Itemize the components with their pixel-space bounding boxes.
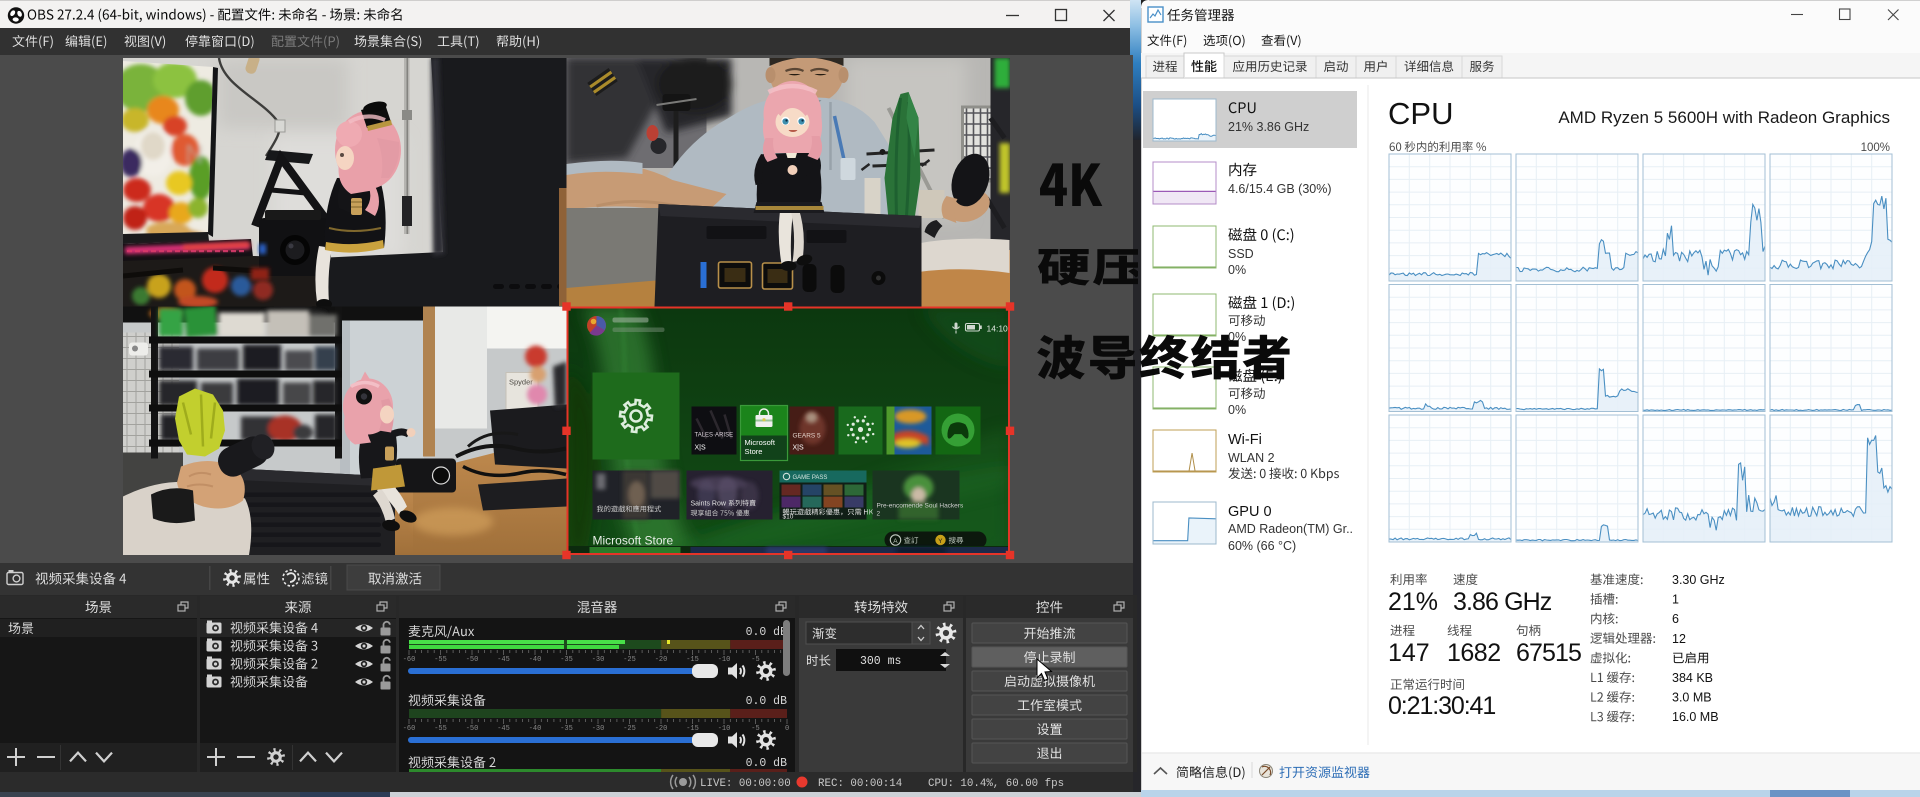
svg-text:-40: -40	[529, 656, 542, 664]
svg-text:300 ms: 300 ms	[860, 655, 901, 668]
svg-text:14:10: 14:10	[987, 324, 1009, 334]
svg-text:3.86 GHz: 3.86 GHz	[1453, 588, 1552, 616]
svg-text:-35: -35	[560, 725, 573, 733]
svg-text:GEARS 5: GEARS 5	[793, 433, 822, 440]
svg-text:-55: -55	[434, 656, 447, 664]
svg-text:CPU: CPU	[1388, 96, 1453, 131]
svg-text:-5: -5	[751, 725, 759, 733]
svg-text:Spyder: Spyder	[509, 378, 533, 387]
svg-text:N: N	[185, 139, 204, 169]
svg-text:-35: -35	[560, 656, 573, 664]
svg-text:147: 147	[1388, 639, 1430, 667]
svg-text:GPU 0: GPU 0	[1228, 504, 1272, 520]
svg-text:Wi-Fi: Wi-Fi	[1228, 432, 1262, 448]
svg-text:-25: -25	[623, 725, 636, 733]
svg-text:-55: -55	[434, 725, 447, 733]
svg-text:AMD Radeon(TM) Gr..: AMD Radeon(TM) Gr..	[1228, 522, 1353, 536]
svg-text:12: 12	[1672, 632, 1686, 646]
svg-text:0%: 0%	[1228, 263, 1246, 277]
svg-text:REC: 00:00:14: REC: 00:00:14	[818, 778, 902, 790]
svg-text:21%: 21%	[1388, 588, 1438, 616]
svg-text:1682: 1682	[1447, 639, 1501, 667]
svg-text:1: 1	[1672, 593, 1679, 607]
svg-text:Saints Row: Saints Row	[691, 501, 727, 508]
svg-text:2: 2	[877, 511, 881, 518]
svg-text:-60: -60	[403, 656, 416, 664]
svg-text:-15: -15	[686, 725, 699, 733]
svg-text:Store: Store	[745, 447, 763, 456]
svg-text:$10: $10	[783, 514, 794, 521]
svg-text:3.0 MB: 3.0 MB	[1672, 691, 1712, 705]
svg-text:-25: -25	[623, 656, 636, 664]
svg-text:TALES·ARISE: TALES·ARISE	[695, 433, 734, 439]
svg-text:0%: 0%	[1228, 403, 1246, 417]
svg-text:Microsoft Store: Microsoft Store	[593, 534, 674, 548]
svg-text:-50: -50	[466, 725, 479, 733]
svg-text:-20: -20	[655, 656, 668, 664]
svg-text:-45: -45	[497, 656, 510, 664]
svg-text:Y: Y	[938, 538, 943, 545]
svg-text:0.0 dB: 0.0 dB	[746, 626, 788, 639]
svg-text:100%: 100%	[1861, 142, 1890, 154]
svg-text:SSD: SSD	[1228, 247, 1254, 261]
svg-text:X|S: X|S	[695, 445, 706, 452]
svg-text:384 KB: 384 KB	[1672, 671, 1713, 685]
svg-text:Pre-encomende Soul Hackers: Pre-encomende Soul Hackers	[877, 503, 964, 510]
svg-text:X|S: X|S	[793, 445, 804, 452]
svg-text:-10: -10	[718, 656, 731, 664]
svg-text:0.0 dB: 0.0 dB	[746, 695, 788, 708]
svg-text:GAME PASS: GAME PASS	[793, 475, 828, 481]
svg-text:60% (66 °C): 60% (66 °C)	[1228, 539, 1296, 553]
svg-text:0.0 dB: 0.0 dB	[746, 757, 788, 770]
svg-text:A: A	[893, 538, 898, 545]
svg-text:-50: -50	[466, 656, 479, 664]
svg-text:-60: -60	[403, 725, 416, 733]
svg-text:-30: -30	[592, 656, 605, 664]
svg-text:16.0 MB: 16.0 MB	[1672, 710, 1719, 724]
svg-text:67515: 67515	[1516, 639, 1581, 667]
svg-text:-40: -40	[529, 725, 542, 733]
svg-text:Microsoft: Microsoft	[745, 438, 776, 447]
svg-text:21% 3.86 GHz: 21% 3.86 GHz	[1228, 120, 1309, 134]
svg-text:0: 0	[785, 725, 789, 733]
svg-text:WLAN 2: WLAN 2	[1228, 451, 1275, 465]
svg-text:AMD Ryzen 5 5600H with Radeon: AMD Ryzen 5 5600H with Radeon Graphics	[1558, 108, 1890, 127]
svg-text:LIVE: 00:00:00: LIVE: 00:00:00	[700, 778, 791, 790]
svg-text:CPU: 10.4%, 60.00 fps: CPU: 10.4%, 60.00 fps	[928, 778, 1064, 790]
svg-text:-10: -10	[718, 725, 731, 733]
svg-text:0:21:30:41: 0:21:30:41	[1388, 692, 1495, 720]
svg-text:6: 6	[1672, 612, 1679, 626]
svg-text:-45: -45	[497, 725, 510, 733]
svg-text:-5: -5	[751, 656, 759, 664]
svg-text:-30: -30	[592, 725, 605, 733]
svg-text:-20: -20	[655, 725, 668, 733]
svg-text:4.6/15.4 GB (30%): 4.6/15.4 GB (30%)	[1228, 182, 1332, 196]
svg-text:-15: -15	[686, 656, 699, 664]
svg-text:3.30 GHz: 3.30 GHz	[1672, 573, 1725, 587]
